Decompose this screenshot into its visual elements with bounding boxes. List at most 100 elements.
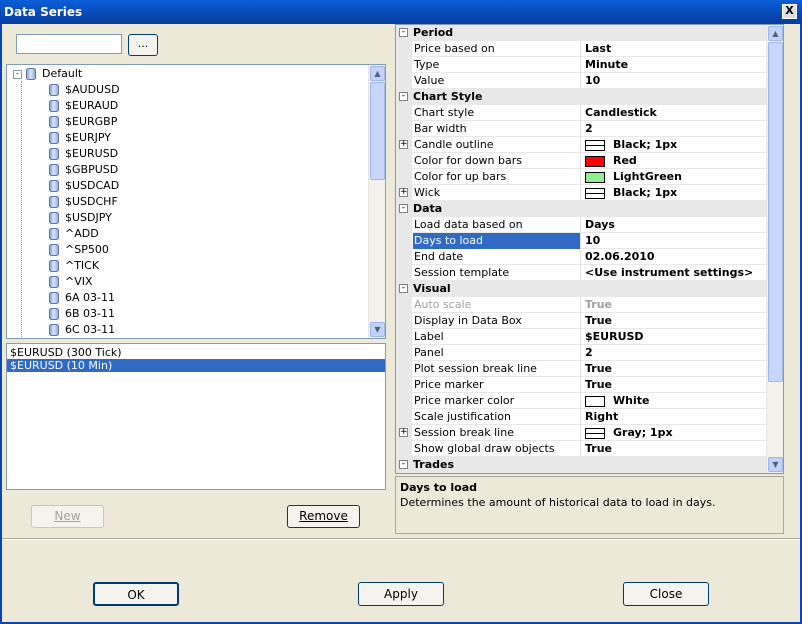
- collapse-icon[interactable]: -: [399, 92, 408, 101]
- property-value[interactable]: Gray; 1px: [583, 425, 767, 441]
- property-value[interactable]: 2: [583, 121, 767, 137]
- collapse-icon[interactable]: -: [399, 204, 408, 213]
- property-value[interactable]: Black; 1px: [583, 137, 767, 153]
- expand-icon[interactable]: +: [399, 428, 408, 437]
- tree-item[interactable]: $GBPUSD: [49, 162, 118, 178]
- category-row[interactable]: - Visual: [396, 281, 767, 297]
- property-row[interactable]: Plot session break line True: [396, 361, 767, 377]
- property-value[interactable]: White: [583, 393, 767, 409]
- property-scrollbar[interactable]: ▲ ▼: [766, 25, 783, 473]
- category-row[interactable]: - Period: [396, 25, 767, 41]
- property-value[interactable]: 10: [583, 73, 767, 89]
- property-row[interactable]: Bar width 2: [396, 121, 767, 137]
- tree-item[interactable]: $EURGBP: [49, 114, 117, 130]
- tree-item[interactable]: ^TICK: [49, 258, 99, 274]
- property-value[interactable]: Minute: [583, 57, 767, 73]
- property-row[interactable]: Chart style Candlestick: [396, 105, 767, 121]
- property-value[interactable]: Red: [583, 153, 767, 169]
- property-value[interactable]: 02.06.2010: [583, 249, 767, 265]
- tree-item[interactable]: $EURUSD: [49, 146, 118, 162]
- property-row[interactable]: Scale justification Right: [396, 409, 767, 425]
- scroll-thumb[interactable]: [768, 42, 783, 382]
- property-value[interactable]: Last: [583, 41, 767, 57]
- property-row[interactable]: Price marker color White: [396, 393, 767, 409]
- close-window-icon[interactable]: X: [782, 4, 797, 19]
- collapse-icon[interactable]: -: [13, 69, 22, 79]
- tree-item[interactable]: $USDJPY: [49, 210, 112, 226]
- series-item[interactable]: $EURUSD (300 Tick): [7, 346, 385, 359]
- property-value[interactable]: Right: [583, 409, 767, 425]
- tree-root[interactable]: - Default: [13, 66, 82, 82]
- tree-item[interactable]: $AUDUSD: [49, 82, 120, 98]
- property-row[interactable]: + Wick Black; 1px: [396, 185, 767, 201]
- collapse-icon[interactable]: -: [399, 460, 408, 469]
- property-value[interactable]: Candlestick: [583, 105, 767, 121]
- tree-item[interactable]: $EURJPY: [49, 130, 111, 146]
- category-row[interactable]: - Chart Style: [396, 89, 767, 105]
- new-button[interactable]: New: [31, 505, 104, 528]
- property-value[interactable]: 2: [583, 345, 767, 361]
- property-row[interactable]: Price based on Last: [396, 41, 767, 57]
- close-button[interactable]: Close: [623, 582, 709, 606]
- category-row[interactable]: - Trades: [396, 457, 767, 473]
- browse-button[interactable]: ...: [128, 34, 158, 56]
- property-row[interactable]: Load data based on Days: [396, 217, 767, 233]
- property-value[interactable]: <Use instrument settings>: [583, 265, 767, 281]
- property-row[interactable]: Days to load 10: [396, 233, 767, 249]
- scroll-up-icon[interactable]: ▲: [370, 66, 385, 81]
- expand-icon[interactable]: +: [399, 140, 408, 149]
- property-value[interactable]: True: [583, 441, 767, 457]
- expand-icon[interactable]: +: [399, 188, 408, 197]
- property-row[interactable]: + Candle outline Black; 1px: [396, 137, 767, 153]
- property-value[interactable]: LightGreen: [583, 169, 767, 185]
- property-name: Plot session break line: [413, 361, 581, 377]
- scroll-up-icon[interactable]: ▲: [768, 26, 783, 41]
- remove-button[interactable]: Remove: [287, 505, 360, 528]
- property-row[interactable]: Value 10: [396, 73, 767, 89]
- instrument-search-input[interactable]: [16, 34, 122, 54]
- tree-item[interactable]: 6A 03-11: [49, 290, 115, 306]
- tree-item[interactable]: $EURAUD: [49, 98, 118, 114]
- instrument-tree[interactable]: - Default $AUDUSD $EURAUD $EURGBP $EURJPY $EUR…: [6, 64, 386, 339]
- property-row[interactable]: End date 02.06.2010: [396, 249, 767, 265]
- property-row[interactable]: Panel 2: [396, 345, 767, 361]
- property-value[interactable]: $EURUSD: [583, 329, 767, 345]
- ok-button[interactable]: OK: [93, 582, 179, 606]
- tree-item[interactable]: ^ADD: [49, 226, 99, 242]
- property-row[interactable]: + Session break line Gray; 1px: [396, 425, 767, 441]
- property-row[interactable]: Label $EURUSD: [396, 329, 767, 345]
- series-item[interactable]: $EURUSD (10 Min): [7, 359, 385, 372]
- property-row[interactable]: Price marker True: [396, 377, 767, 393]
- property-row[interactable]: Type Minute: [396, 57, 767, 73]
- series-list[interactable]: $EURUSD (300 Tick) $EURUSD (10 Min): [6, 343, 386, 490]
- property-grid[interactable]: - Period Price based on Last Type Minute Value…: [395, 24, 784, 474]
- property-value[interactable]: True: [583, 297, 767, 313]
- property-value[interactable]: True: [583, 377, 767, 393]
- property-row[interactable]: Auto scale True: [396, 297, 767, 313]
- property-value[interactable]: 10: [583, 233, 767, 249]
- property-value[interactable]: Black; 1px: [583, 185, 767, 201]
- tree-item[interactable]: $USDCAD: [49, 178, 119, 194]
- property-value[interactable]: Days: [583, 217, 767, 233]
- property-row[interactable]: Color for up bars LightGreen: [396, 169, 767, 185]
- property-row[interactable]: Color for down bars Red: [396, 153, 767, 169]
- property-row[interactable]: Session template <Use instrument settings…: [396, 265, 767, 281]
- scroll-down-icon[interactable]: ▼: [768, 457, 783, 472]
- scroll-down-icon[interactable]: ▼: [370, 322, 385, 337]
- tree-item-label: 6C 03-11: [65, 323, 116, 336]
- property-value[interactable]: True: [583, 361, 767, 377]
- collapse-icon[interactable]: -: [399, 28, 408, 37]
- apply-button[interactable]: Apply: [358, 582, 444, 606]
- tree-item[interactable]: 6C 03-11: [49, 322, 115, 338]
- scroll-thumb[interactable]: [370, 82, 385, 180]
- tree-item[interactable]: ^SP500: [49, 242, 109, 258]
- category-row[interactable]: - Data: [396, 201, 767, 217]
- tree-item[interactable]: 6B 03-11: [49, 306, 115, 322]
- tree-scrollbar[interactable]: ▲ ▼: [368, 65, 385, 338]
- property-row[interactable]: Display in Data Box True: [396, 313, 767, 329]
- tree-item[interactable]: $USDCHF: [49, 194, 118, 210]
- property-row[interactable]: Show global draw objects True: [396, 441, 767, 457]
- collapse-icon[interactable]: -: [399, 284, 408, 293]
- property-value[interactable]: True: [583, 313, 767, 329]
- tree-item[interactable]: ^VIX: [49, 274, 93, 290]
